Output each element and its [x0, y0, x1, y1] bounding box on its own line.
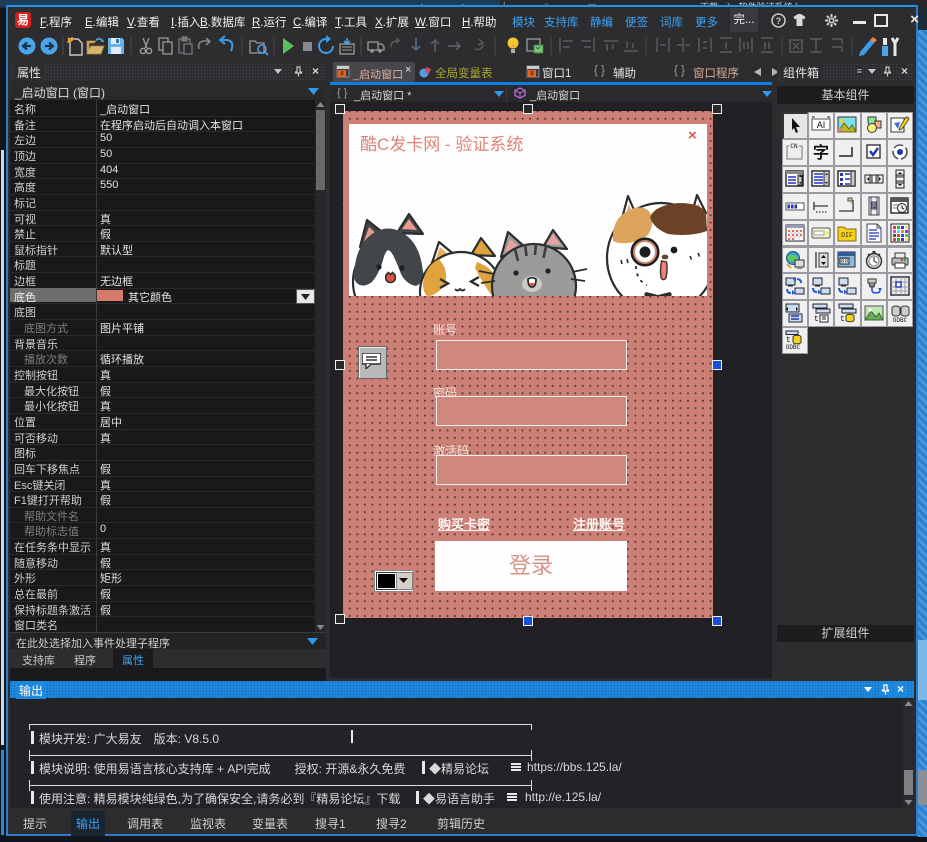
svg-text:ODBC: ODBC	[786, 344, 801, 350]
svg-text:ODBC: ODBC	[893, 317, 908, 323]
svg-text:?: ?	[776, 16, 782, 26]
svg-text:t: t	[840, 315, 845, 323]
svg-text:DIF: DIF	[842, 232, 854, 239]
svg-text:CN: CN	[790, 143, 798, 150]
svg-text:t: t	[814, 315, 819, 323]
svg-text:AI: AI	[817, 120, 826, 130]
svg-text:字: 字	[813, 143, 829, 162]
svg-text:00: 00	[841, 258, 849, 265]
